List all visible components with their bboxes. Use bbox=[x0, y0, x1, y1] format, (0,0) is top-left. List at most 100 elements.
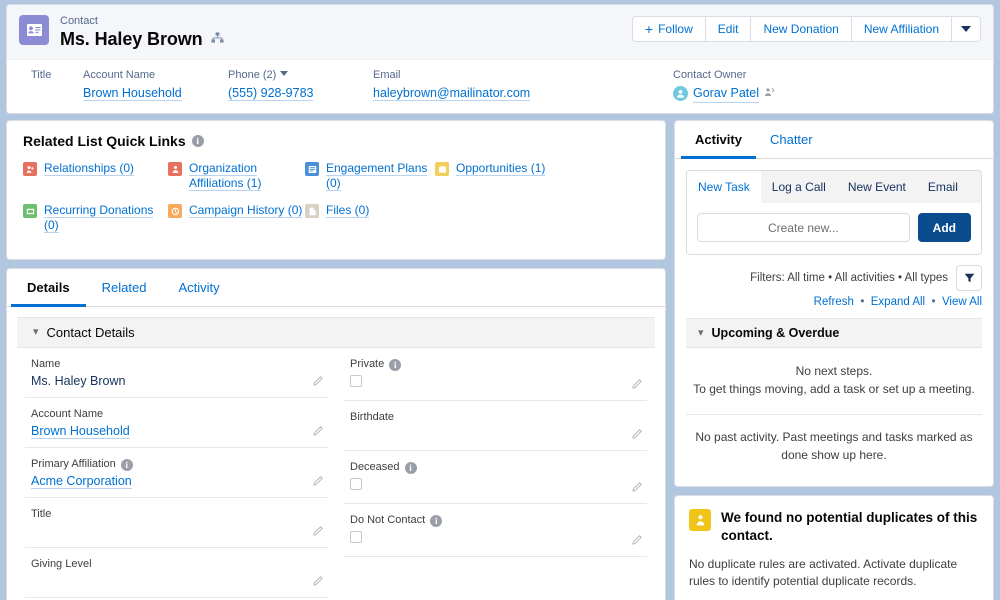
tab-activity[interactable]: Activity bbox=[162, 269, 235, 307]
follow-button[interactable]: + Follow bbox=[631, 16, 706, 42]
upcoming-overdue-header[interactable]: ▾ Upcoming & Overdue bbox=[686, 318, 982, 348]
edit-pencil-icon[interactable] bbox=[632, 378, 643, 392]
user-change-owner-icon[interactable] bbox=[764, 85, 775, 103]
new-affiliation-button[interactable]: New Affiliation bbox=[850, 16, 952, 42]
field-name: Name Ms. Haley Brown bbox=[25, 348, 328, 398]
organization-affiliations-icon bbox=[168, 162, 182, 176]
follow-button-label: Follow bbox=[658, 22, 693, 36]
tab-related[interactable]: Related bbox=[86, 269, 163, 307]
separator: • bbox=[857, 296, 868, 308]
info-icon[interactable]: i bbox=[389, 358, 402, 371]
page-title: Ms. Haley Brown bbox=[60, 29, 203, 49]
view-all-link[interactable]: View All bbox=[942, 296, 982, 308]
quick-link-label: Engagement Plans (0) bbox=[326, 161, 428, 191]
field-value: Ms. Haley Brown bbox=[31, 374, 126, 388]
edit-pencil-icon[interactable] bbox=[632, 428, 643, 442]
section-title: Contact Details bbox=[46, 325, 135, 340]
info-icon[interactable]: i bbox=[430, 514, 443, 527]
highlights-row: Title Account Name Brown Household Phone… bbox=[7, 59, 993, 113]
composer-tab-new-task[interactable]: New Task bbox=[687, 171, 761, 203]
field-title: Title bbox=[25, 498, 328, 548]
edit-pencil-icon[interactable] bbox=[313, 375, 324, 389]
hierarchy-icon[interactable] bbox=[210, 32, 224, 47]
new-donation-button[interactable]: New Donation bbox=[750, 16, 852, 42]
quick-link-campaign-history[interactable]: Campaign History (0) bbox=[168, 203, 305, 233]
field-label: Do Not Contact bbox=[350, 514, 426, 526]
section-header-contact-details[interactable]: ▾ Contact Details bbox=[17, 317, 655, 348]
opportunities-icon bbox=[435, 162, 449, 176]
edit-pencil-icon[interactable] bbox=[632, 481, 643, 495]
quick-link-recurring-donations[interactable]: Recurring Donations (0) bbox=[23, 203, 168, 233]
quick-link-files[interactable]: Files (0) bbox=[305, 203, 435, 233]
composer-tab-log-a-call[interactable]: Log a Call bbox=[761, 171, 837, 203]
highlight-title-label: Title bbox=[31, 69, 52, 81]
field-value bbox=[31, 572, 306, 590]
tab-activity-panel[interactable]: Activity bbox=[681, 121, 756, 159]
contact-owner-link[interactable]: Gorav Patel bbox=[693, 84, 760, 103]
right-column: Activity Chatter New Task Log a Call New… bbox=[674, 120, 994, 600]
separator: • bbox=[928, 296, 939, 308]
composer-tab-email[interactable]: Email bbox=[917, 171, 969, 203]
info-icon[interactable]: i bbox=[120, 458, 133, 471]
refresh-link[interactable]: Refresh bbox=[814, 296, 854, 308]
quick-link-opportunities[interactable]: Opportunities (1) bbox=[435, 161, 580, 191]
contact-icon bbox=[19, 15, 49, 45]
quick-links-title: Related List Quick Links bbox=[23, 133, 186, 149]
info-icon[interactable]: i bbox=[404, 461, 417, 474]
add-button[interactable]: Add bbox=[917, 213, 971, 242]
highlight-title: Title bbox=[31, 68, 83, 103]
field-value bbox=[31, 522, 306, 540]
expand-all-link[interactable]: Expand All bbox=[871, 296, 925, 308]
edit-pencil-icon[interactable] bbox=[632, 534, 643, 548]
chevron-down-icon bbox=[961, 26, 971, 32]
empty-line-2: To get things moving, add a task or set … bbox=[693, 382, 975, 396]
activity-chatter-tabs: Activity Chatter bbox=[675, 121, 993, 159]
fields-right-column: Private i Birthdate Deceased i Do Not Co… bbox=[336, 348, 655, 600]
field-deceased: Deceased i bbox=[344, 451, 647, 504]
more-actions-button[interactable] bbox=[951, 16, 981, 42]
quick-link-label: Campaign History (0) bbox=[189, 203, 303, 218]
field-value bbox=[350, 425, 625, 443]
tab-chatter[interactable]: Chatter bbox=[756, 121, 827, 159]
highlight-email-link[interactable]: haleybrown@mailinator.com bbox=[373, 86, 531, 101]
relationships-icon bbox=[23, 162, 37, 176]
create-new-input[interactable] bbox=[697, 213, 910, 242]
edit-pencil-icon[interactable] bbox=[313, 525, 324, 539]
files-icon bbox=[305, 204, 319, 218]
field-value-link[interactable]: Acme Corporation bbox=[31, 474, 132, 489]
edit-pencil-icon[interactable] bbox=[313, 475, 324, 489]
quick-link-label: Recurring Donations (0) bbox=[44, 203, 154, 233]
checkbox-deceased[interactable] bbox=[350, 478, 362, 490]
highlight-contact-owner: Contact Owner Gorav Patel bbox=[673, 68, 795, 103]
edit-pencil-icon[interactable] bbox=[313, 425, 324, 439]
object-label: Contact bbox=[60, 15, 98, 27]
composer-tab-new-event[interactable]: New Event bbox=[837, 171, 917, 203]
highlight-account-link[interactable]: Brown Household bbox=[83, 86, 182, 101]
upcoming-overdue-title: Upcoming & Overdue bbox=[711, 326, 840, 340]
highlight-phone: Phone (2) (555) 928-9783 bbox=[228, 68, 373, 103]
quick-link-organization-affiliations[interactable]: Organization Affiliations (1) bbox=[168, 161, 305, 191]
checkbox-private[interactable] bbox=[350, 375, 362, 387]
highlight-account-label: Account Name bbox=[83, 69, 156, 81]
edit-pencil-icon[interactable] bbox=[313, 575, 324, 589]
filter-icon[interactable] bbox=[956, 265, 982, 291]
info-icon[interactable]: i bbox=[191, 135, 204, 147]
highlight-phone-link[interactable]: (555) 928-9783 bbox=[228, 86, 314, 101]
activity-panel-card: Activity Chatter New Task Log a Call New… bbox=[674, 120, 994, 487]
field-label: Primary Affiliation bbox=[31, 458, 116, 470]
quick-link-engagement-plans[interactable]: Engagement Plans (0) bbox=[305, 161, 435, 191]
plus-icon: + bbox=[644, 21, 654, 37]
field-account-name: Account Name Brown Household bbox=[25, 398, 328, 448]
field-label: Name bbox=[31, 358, 61, 370]
highlight-phone-label-text: Phone (2) bbox=[228, 69, 277, 81]
campaign-history-icon bbox=[168, 204, 182, 218]
tab-details[interactable]: Details bbox=[11, 269, 86, 307]
record-header-top: Contact Ms. Haley Brown + Follow Edit Ne… bbox=[7, 5, 993, 59]
checkbox-do-not-contact[interactable] bbox=[350, 531, 362, 543]
field-label: Deceased bbox=[350, 461, 400, 473]
edit-button[interactable]: Edit bbox=[704, 16, 752, 42]
record-action-buttons: + Follow Edit New Donation New Affiliati… bbox=[631, 16, 981, 42]
chevron-down-icon[interactable] bbox=[280, 71, 289, 76]
field-value-link[interactable]: Brown Household bbox=[31, 424, 130, 439]
quick-link-relationships[interactable]: Relationships (0) bbox=[23, 161, 168, 191]
